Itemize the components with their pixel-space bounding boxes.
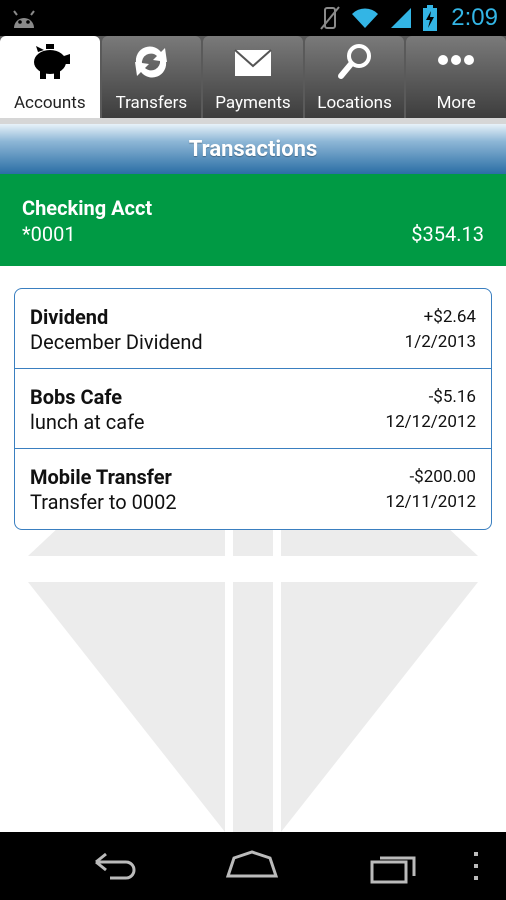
system-nav-bar [0, 832, 506, 900]
account-name: Checking Acct [22, 196, 153, 220]
transaction-title: Mobile Transfer [30, 465, 172, 489]
tab-payments[interactable]: Payments [203, 36, 303, 118]
tab-label: More [436, 93, 476, 113]
battery-charging-icon [423, 5, 438, 31]
envelope-icon [234, 49, 272, 76]
transaction-row[interactable]: Mobile Transfer Transfer to 0002 -$200.0… [15, 449, 491, 529]
tab-locations[interactable]: Locations [304, 36, 405, 118]
diamond-logo-watermark [28, 496, 478, 832]
android-notification-icon [13, 10, 35, 28]
transaction-description: Transfer to 0002 [30, 490, 177, 514]
transaction-description: December Dividend [30, 330, 203, 354]
transaction-list: Dividend December Dividend +$2.64 1/2/20… [14, 288, 492, 530]
transaction-date: 1/2/2013 [404, 332, 476, 352]
back-icon[interactable] [82, 846, 142, 886]
ellipsis-icon [438, 55, 475, 65]
account-balance: $354.13 [411, 222, 484, 246]
refresh-arrows-icon [135, 46, 168, 78]
recent-apps-icon[interactable] [364, 846, 424, 886]
transaction-row[interactable]: Dividend December Dividend +$2.64 1/2/20… [15, 289, 491, 369]
status-time: 2:09 [451, 4, 498, 31]
transaction-description: lunch at cafe [30, 410, 145, 434]
account-number: *0001 [22, 222, 76, 246]
transaction-row[interactable]: Bobs Cafe lunch at cafe -$5.16 12/12/201… [15, 369, 491, 449]
account-summary: Checking Acct *0001 $354.13 [0, 174, 506, 266]
vibrate-mute-icon [320, 6, 341, 30]
wifi-icon [352, 8, 379, 28]
tab-transfers[interactable]: Transfers [101, 36, 202, 118]
transactions-content[interactable]: Dividend December Dividend +$2.64 1/2/20… [0, 266, 506, 832]
piggy-bank-icon [33, 44, 70, 79]
tab-bar: Accounts Transfers Payments Locations Mo… [0, 36, 506, 118]
transaction-date: 12/11/2012 [385, 492, 476, 512]
page-title: Transactions [0, 124, 506, 174]
tab-label: Locations [317, 93, 392, 113]
tab-label: Transfers [115, 93, 188, 113]
tab-more[interactable]: More [406, 36, 506, 118]
home-icon[interactable] [222, 846, 282, 886]
tab-label: Payments [215, 93, 291, 113]
tab-accounts[interactable]: Accounts [0, 36, 100, 118]
transaction-amount: -$200.00 [409, 467, 476, 487]
transaction-amount: +$2.64 [423, 307, 476, 327]
transaction-title: Dividend [30, 305, 109, 329]
status-bar: 2:09 [0, 0, 506, 36]
magnifier-icon [337, 44, 371, 79]
transaction-title: Bobs Cafe [30, 385, 123, 409]
menu-overflow-icon[interactable] [456, 846, 496, 886]
signal-icon [391, 8, 412, 28]
tab-label: Accounts [13, 93, 86, 113]
transaction-date: 12/12/2012 [385, 412, 476, 432]
transaction-amount: -$5.16 [428, 387, 476, 407]
